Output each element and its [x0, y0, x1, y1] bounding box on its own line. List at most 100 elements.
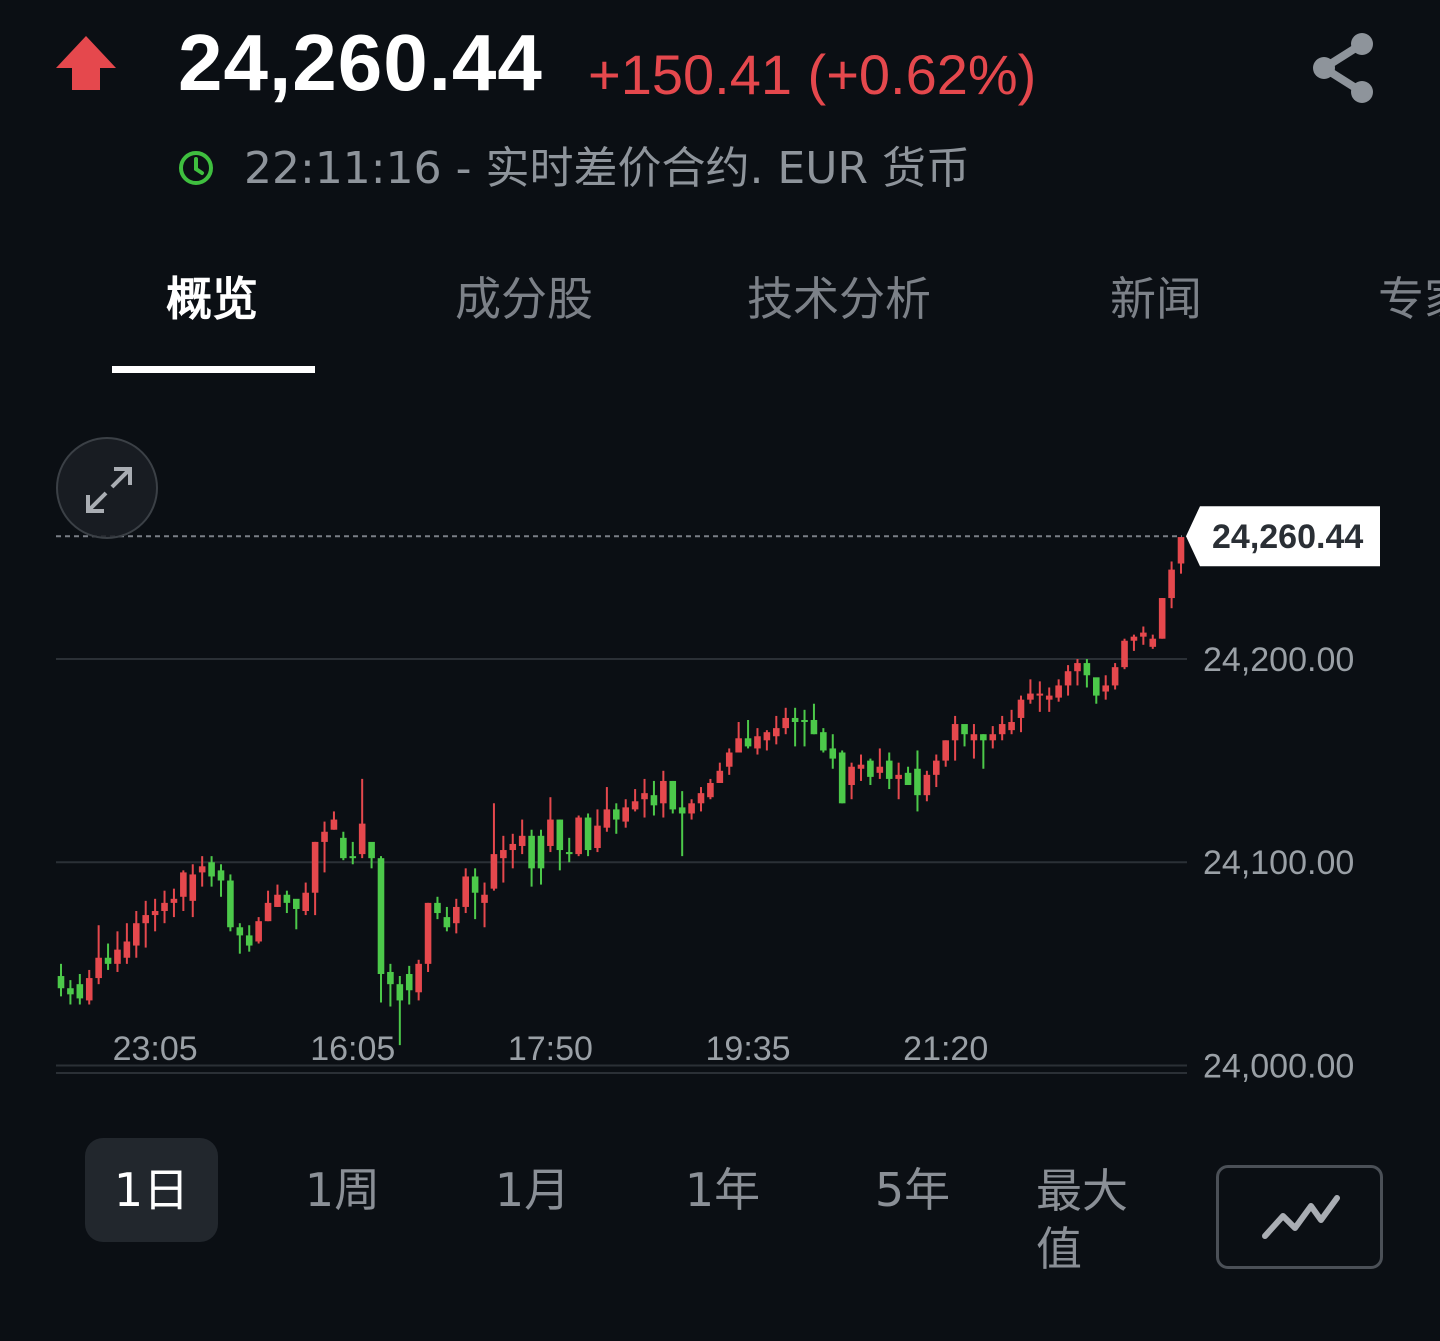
candle-body: [518, 835, 526, 846]
expand-chart-button[interactable]: [56, 437, 158, 539]
candle-body: [161, 902, 168, 912]
candle-body: [782, 717, 789, 729]
candle-body: [358, 823, 366, 855]
candle-body: [311, 841, 319, 893]
candle-body: [669, 780, 677, 810]
candle-body: [904, 772, 912, 786]
candle-body: [688, 803, 695, 814]
candle-body: [923, 774, 931, 796]
range-1y-label: 1年: [684, 1163, 761, 1217]
candle-body: [885, 760, 893, 779]
price-change: +150.41 (+0.62%): [588, 43, 1037, 106]
candle-body: [820, 732, 827, 751]
candle-body: [1027, 693, 1034, 700]
candle-body: [725, 752, 733, 767]
candle-body: [57, 976, 65, 989]
candle-body: [961, 724, 968, 735]
range-max-label: 最大值: [1036, 1164, 1128, 1276]
candle-body: [293, 898, 300, 909]
candle-body: [641, 793, 648, 800]
candle-body: [1074, 663, 1081, 672]
candle-body: [1036, 693, 1044, 696]
candle-body: [283, 894, 291, 903]
candle-body: [1177, 537, 1185, 564]
range-1y-button[interactable]: 1年: [656, 1138, 789, 1242]
candle-body: [443, 917, 451, 928]
candle-body: [500, 850, 507, 859]
candle-body: [970, 734, 978, 741]
candle-body: [227, 880, 234, 928]
y-tick-label: 24,000.00: [1203, 1047, 1354, 1085]
tab-constituents[interactable]: 成分股: [455, 268, 593, 330]
candle-body: [1102, 685, 1109, 692]
candle-body: [565, 852, 573, 855]
share-icon[interactable]: [1306, 30, 1380, 106]
candle-body: [895, 774, 902, 779]
candle-body: [302, 892, 309, 912]
candle-body: [622, 807, 629, 822]
candle-body: [142, 915, 149, 924]
tab-technical-analysis[interactable]: 技术分析: [747, 268, 931, 330]
chart-type-button[interactable]: [1216, 1165, 1383, 1269]
candle-body: [434, 902, 441, 914]
candle-body: [415, 963, 422, 993]
candle-body: [1149, 638, 1157, 647]
candle-body: [1064, 671, 1072, 686]
range-1m-button[interactable]: 1月: [466, 1138, 599, 1242]
candle-body: [1111, 667, 1119, 686]
range-1d-button[interactable]: 1日: [85, 1138, 218, 1242]
candle-body: [556, 819, 564, 851]
candle-body: [471, 876, 479, 893]
tab-overview[interactable]: 概览: [166, 268, 258, 330]
candle-body: [1055, 685, 1062, 698]
x-tick-label: 17:50: [508, 1030, 593, 1068]
candle-body: [857, 764, 865, 769]
tab-news[interactable]: 新闻: [1110, 268, 1202, 330]
range-5y-button[interactable]: 5年: [846, 1138, 979, 1242]
tab-experts[interactable]: 专家: [1378, 268, 1440, 330]
range-max-button[interactable]: 最大值: [1036, 1162, 1140, 1282]
candle-body: [650, 795, 658, 806]
last-price-label: 24,260.44: [1212, 518, 1363, 556]
quote-subtitle: 22:11:16 - 实时差价合约. EUR 货币: [244, 143, 970, 194]
candle-body: [1093, 677, 1100, 696]
candle-body: [1083, 663, 1091, 676]
candle-body: [829, 748, 837, 759]
candle-body: [933, 760, 940, 775]
candle-body: [594, 825, 601, 849]
candle-body: [980, 734, 987, 741]
x-tick-label: 16:05: [310, 1030, 395, 1068]
candle-body: [660, 780, 667, 804]
candle-body: [217, 870, 225, 881]
candle-body: [998, 724, 1006, 735]
current-price: 24,260.44: [178, 18, 543, 107]
candle-body: [773, 728, 780, 737]
candle-body: [255, 921, 262, 942]
candle-body: [95, 957, 102, 979]
candle-body: [85, 978, 93, 1001]
candle-body: [1017, 699, 1025, 718]
candle-body: [1121, 640, 1128, 668]
candle-body: [104, 957, 112, 964]
candle-body: [914, 768, 921, 796]
candle-body: [613, 809, 620, 820]
candle-body: [744, 738, 752, 747]
range-1m-label: 1月: [494, 1163, 571, 1217]
candle-body: [236, 927, 244, 936]
candle-body: [1045, 695, 1053, 700]
candle-body: [584, 817, 592, 851]
last-price-marker: 24,260.44: [56, 506, 1380, 567]
candle-body: [678, 807, 686, 814]
candle-body: [1008, 722, 1015, 731]
candle-body: [151, 911, 159, 916]
range-1w-button[interactable]: 1周: [276, 1138, 409, 1242]
candle-body: [1140, 632, 1147, 637]
candle-body: [321, 831, 328, 842]
candle-body: [810, 719, 818, 735]
active-tab-indicator: [112, 366, 315, 373]
candle-body: [575, 817, 582, 855]
candle-body: [123, 941, 131, 958]
candle-body: [716, 770, 724, 783]
candle-body: [603, 809, 611, 828]
candle-body: [462, 876, 469, 907]
